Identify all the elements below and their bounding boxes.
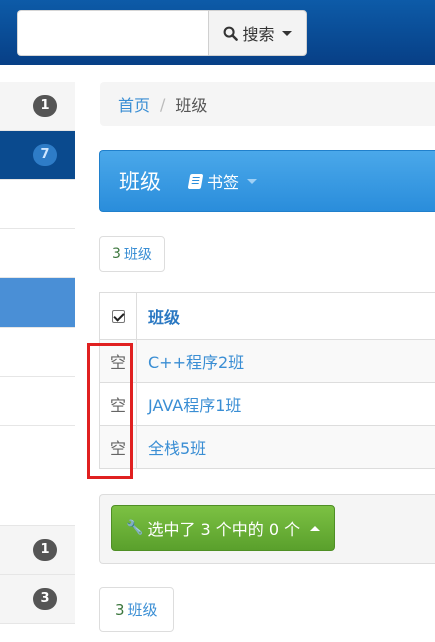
sidebar-item[interactable]: 1 — [0, 526, 75, 575]
sidebar-item-active[interactable] — [0, 278, 75, 328]
sidebar-item[interactable] — [0, 328, 75, 377]
sidebar-item[interactable]: 1 — [0, 82, 75, 131]
column-header-class[interactable]: 班级 — [137, 293, 435, 339]
row-class-link[interactable]: 全栈5班 — [137, 426, 435, 468]
chevron-down-icon — [281, 30, 292, 36]
page-header: 班级 书签 — [99, 150, 435, 212]
sidebar-badge: 7 — [33, 144, 57, 166]
table-row: 空 JAVA程序1班 — [99, 383, 435, 426]
breadcrumb: 首页 / 班级 — [100, 82, 435, 126]
page-title: 班级 — [119, 170, 161, 194]
book-icon — [187, 173, 204, 189]
search-icon — [224, 26, 239, 41]
result-count: 3 班级 — [99, 236, 165, 272]
table-header-row: 班级 — [99, 293, 435, 340]
breadcrumb-separator: / — [160, 94, 166, 114]
select-all-cell[interactable] — [99, 293, 137, 339]
result-count-label: 班级 — [127, 601, 158, 619]
bookmark-dropdown[interactable]: 书签 — [187, 169, 258, 193]
sidebar-item[interactable] — [0, 377, 75, 426]
chevron-up-icon — [310, 525, 321, 531]
sidebar-item[interactable]: 3 — [0, 575, 75, 624]
result-count-label: 班级 — [123, 247, 152, 263]
row-class-link[interactable]: C++程序2班 — [137, 340, 435, 382]
bookmark-label: 书签 — [207, 173, 240, 192]
sidebar-item[interactable] — [0, 426, 75, 526]
row-class-link[interactable]: JAVA程序1班 — [137, 383, 435, 425]
top-navbar: 搜索 — [0, 0, 435, 65]
sidebar-badge: 1 — [33, 95, 57, 117]
sidebar: 1 7 1 3 — [0, 82, 75, 624]
table-row: 空 C++程序2班 — [99, 340, 435, 383]
search-button[interactable]: 搜索 — [208, 10, 307, 56]
sidebar-badge: 3 — [33, 588, 57, 610]
bulk-action-label: 选中了 3 个中的 0 个 — [147, 520, 301, 539]
results-table: 班级 空 C++程序2班 空 JAVA程序1班 空 全栈5班 — [99, 292, 435, 469]
table-row: 空 全栈5班 — [99, 426, 435, 469]
chevron-down-icon — [247, 178, 258, 184]
result-count-number: 3 — [112, 246, 121, 262]
bulk-action-button[interactable]: 🔧 选中了 3 个中的 0 个 — [111, 505, 335, 551]
sidebar-item[interactable] — [0, 180, 75, 229]
select-all-checkbox[interactable] — [111, 309, 125, 323]
sidebar-badge: 1 — [33, 539, 57, 561]
search-button-label: 搜索 — [242, 25, 275, 44]
breadcrumb-home-link[interactable]: 首页 — [118, 92, 150, 116]
sidebar-item[interactable]: 7 — [0, 131, 75, 180]
search-input[interactable] — [17, 10, 209, 56]
highlight-box — [87, 343, 133, 479]
wrench-icon: 🔧 — [126, 520, 144, 536]
result-count-number: 3 — [115, 600, 125, 619]
sidebar-item[interactable] — [0, 229, 75, 278]
breadcrumb-current: 班级 — [175, 96, 208, 115]
result-count-bottom: 3 班级 — [99, 587, 174, 632]
action-panel: 🔧 选中了 3 个中的 0 个 — [99, 494, 435, 564]
